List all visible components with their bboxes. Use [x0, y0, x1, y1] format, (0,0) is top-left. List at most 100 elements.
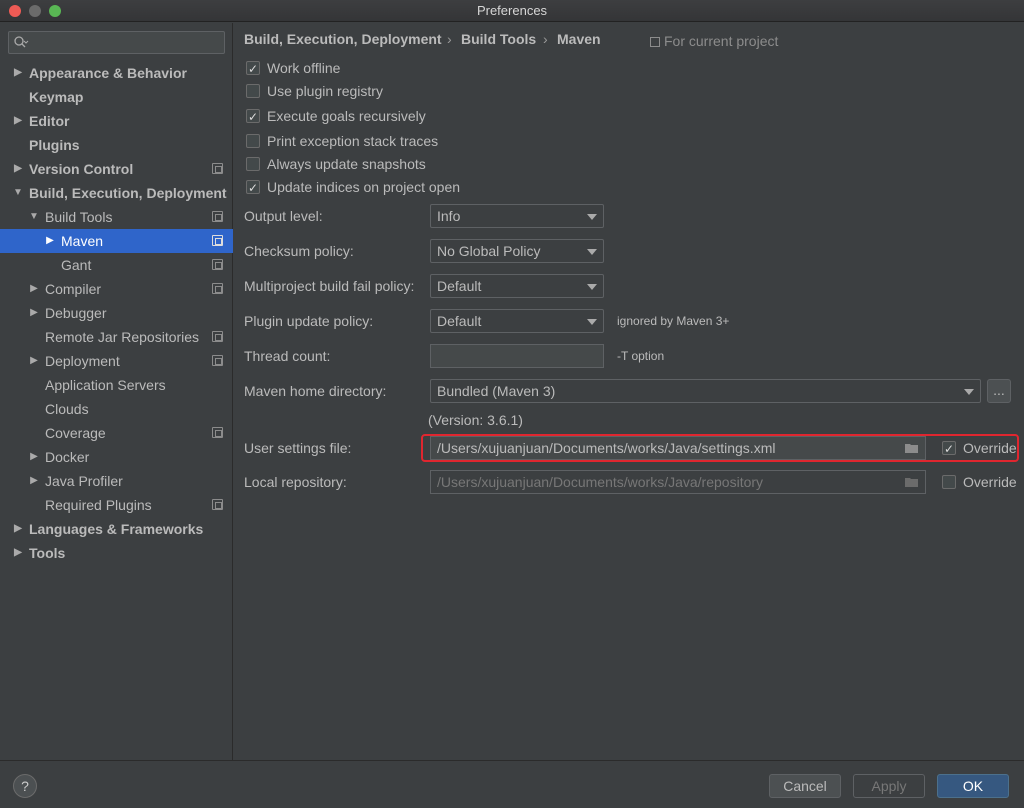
sidebar-item-label: Maven	[61, 233, 104, 249]
breadcrumb-item[interactable]: Build, Execution, Deployment	[244, 31, 442, 47]
checkbox-label: Update indices on project open	[267, 179, 461, 195]
print-stack-traces-checkbox[interactable]	[246, 134, 260, 148]
sidebar-item-label: Version Control	[29, 161, 134, 177]
thread-count-label: Thread count:	[244, 348, 331, 364]
folder-icon[interactable]	[905, 477, 919, 487]
ok-button[interactable]: OK	[937, 774, 1009, 798]
checkbox-label: Override	[963, 474, 1017, 490]
sidebar-item-required-plugins[interactable]: Required Plugins	[0, 493, 233, 517]
chevron-right-icon[interactable]: ▶	[12, 61, 24, 85]
chevron-right-icon[interactable]: ▶	[28, 301, 40, 325]
input-value: /Users/xujuanjuan/Documents/works/Java/r…	[437, 474, 764, 490]
scope-label: For current project	[664, 33, 779, 49]
sidebar-item-compiler[interactable]: ▶ Compiler	[0, 277, 233, 301]
sidebar-item-plugins[interactable]: Plugins	[0, 133, 233, 157]
user-settings-input[interactable]: /Users/xujuanjuan/Documents/works/Java/s…	[430, 436, 926, 460]
minimize-window-button[interactable]	[29, 5, 41, 17]
chevron-right-icon[interactable]: ▶	[28, 445, 40, 469]
sidebar-item-remote-jar-repositories[interactable]: Remote Jar Repositories	[0, 325, 233, 349]
chevron-right-icon[interactable]: ▶	[12, 157, 24, 181]
input-value: /Users/xujuanjuan/Documents/works/Java/s…	[437, 440, 776, 456]
chevron-down-icon[interactable]: ▼	[12, 181, 24, 205]
update-indices-checkbox[interactable]	[246, 178, 260, 198]
plugin-update-hint: ignored by Maven 3+	[617, 314, 730, 328]
scope-indicator: For current project	[650, 33, 778, 49]
chevron-right-icon[interactable]: ▶	[12, 541, 24, 565]
select-value: Default	[437, 278, 482, 294]
sidebar-item-keymap[interactable]: Keymap	[0, 85, 233, 109]
sidebar-item-build-tools[interactable]: ▼ Build Tools	[0, 205, 233, 229]
project-scope-icon	[212, 355, 223, 366]
chevron-right-icon[interactable]: ▶	[28, 349, 40, 373]
work-offline-checkbox[interactable]	[246, 59, 260, 79]
project-scope-icon	[212, 283, 223, 294]
sidebar-item-languages-frameworks[interactable]: ▶ Languages & Frameworks	[0, 517, 233, 541]
sidebar-item-docker[interactable]: ▶ Docker	[0, 445, 233, 469]
sidebar-item-clouds[interactable]: Clouds	[0, 397, 233, 421]
apply-button[interactable]: Apply	[853, 774, 925, 798]
sidebar-item-deployment[interactable]: ▶ Deployment	[0, 349, 233, 373]
maven-home-select[interactable]: Bundled (Maven 3)	[430, 379, 981, 403]
select-value: No Global Policy	[437, 243, 541, 259]
sidebar-item-label: Java Profiler	[45, 473, 123, 489]
plugin-update-policy-label: Plugin update policy:	[244, 313, 374, 329]
output-level-select[interactable]: Info	[430, 204, 604, 228]
breadcrumb-separator: ›	[543, 31, 548, 47]
chevron-right-icon[interactable]: ▶	[28, 277, 40, 301]
select-value: Bundled (Maven 3)	[437, 383, 556, 399]
sidebar-item-label: Build Tools	[45, 209, 113, 225]
zoom-window-button[interactable]	[49, 5, 61, 17]
chevron-down-icon	[964, 389, 974, 395]
user-settings-override-checkbox[interactable]	[942, 439, 956, 459]
sidebar-item-label: Remote Jar Repositories	[45, 329, 200, 345]
thread-count-hint: -T option	[617, 349, 665, 363]
sidebar-item-maven[interactable]: ▶ Maven	[0, 229, 233, 253]
plugin-update-policy-select[interactable]: Default	[430, 309, 604, 333]
use-plugin-registry-checkbox[interactable]	[246, 84, 260, 98]
local-repository-input[interactable]: /Users/xujuanjuan/Documents/works/Java/r…	[430, 470, 926, 494]
sidebar-item-label: Compiler	[45, 281, 102, 297]
project-scope-icon	[212, 211, 223, 222]
chevron-right-icon[interactable]: ▶	[44, 229, 56, 253]
chevron-down-icon[interactable]: ▼	[28, 205, 40, 229]
thread-count-input[interactable]	[430, 344, 604, 368]
sidebar-item-gant[interactable]: Gant	[0, 253, 233, 277]
execute-goals-checkbox[interactable]	[246, 107, 260, 127]
multiproject-policy-select[interactable]: Default	[430, 274, 604, 298]
chevron-down-icon	[587, 319, 597, 325]
sidebar-item-editor[interactable]: ▶ Editor	[0, 109, 233, 133]
help-button[interactable]: ?	[13, 774, 37, 798]
sidebar-item-version-control[interactable]: ▶ Version Control	[0, 157, 233, 181]
sidebar-item-build-execution-deployment[interactable]: ▼ Build, Execution, Deployment	[0, 181, 233, 205]
sidebar-item-java-profiler[interactable]: ▶ Java Profiler	[0, 469, 233, 493]
search-input[interactable]	[8, 31, 225, 54]
sidebar-item-application-servers[interactable]: Application Servers	[0, 373, 233, 397]
chevron-right-icon[interactable]: ▶	[12, 517, 24, 541]
checksum-policy-select[interactable]: No Global Policy	[430, 239, 604, 263]
checkbox-label: Override	[963, 440, 1017, 456]
browse-maven-home-button[interactable]: ...	[987, 379, 1011, 403]
sidebar-item-label: Build, Execution, Deployment	[29, 185, 227, 201]
breadcrumb-item[interactable]: Build Tools	[461, 31, 536, 47]
cancel-button[interactable]: Cancel	[769, 774, 841, 798]
sidebar-item-debugger[interactable]: ▶ Debugger	[0, 301, 233, 325]
chevron-right-icon[interactable]: ▶	[28, 469, 40, 493]
folder-icon[interactable]	[905, 443, 919, 453]
page-title: Maven	[557, 31, 601, 47]
search-icon	[14, 36, 29, 48]
chevron-down-icon	[587, 249, 597, 255]
local-repo-override-checkbox[interactable]	[942, 475, 956, 489]
update-snapshots-checkbox[interactable]	[246, 157, 260, 171]
checkbox-label: Work offline	[267, 60, 341, 76]
sidebar-item-coverage[interactable]: Coverage	[0, 421, 233, 445]
maven-home-label: Maven home directory:	[244, 383, 387, 399]
select-value: Default	[437, 313, 482, 329]
project-scope-icon	[212, 427, 223, 438]
chevron-right-icon[interactable]: ▶	[12, 109, 24, 133]
settings-content: Build, Execution, Deployment › Build Too…	[234, 23, 1024, 760]
checkbox-label: Print exception stack traces	[267, 133, 439, 149]
close-window-button[interactable]	[9, 5, 21, 17]
local-repository-label: Local repository:	[244, 474, 347, 490]
sidebar-item-appearance-behavior[interactable]: ▶ Appearance & Behavior	[0, 61, 233, 85]
sidebar-item-tools[interactable]: ▶ Tools	[0, 541, 233, 565]
